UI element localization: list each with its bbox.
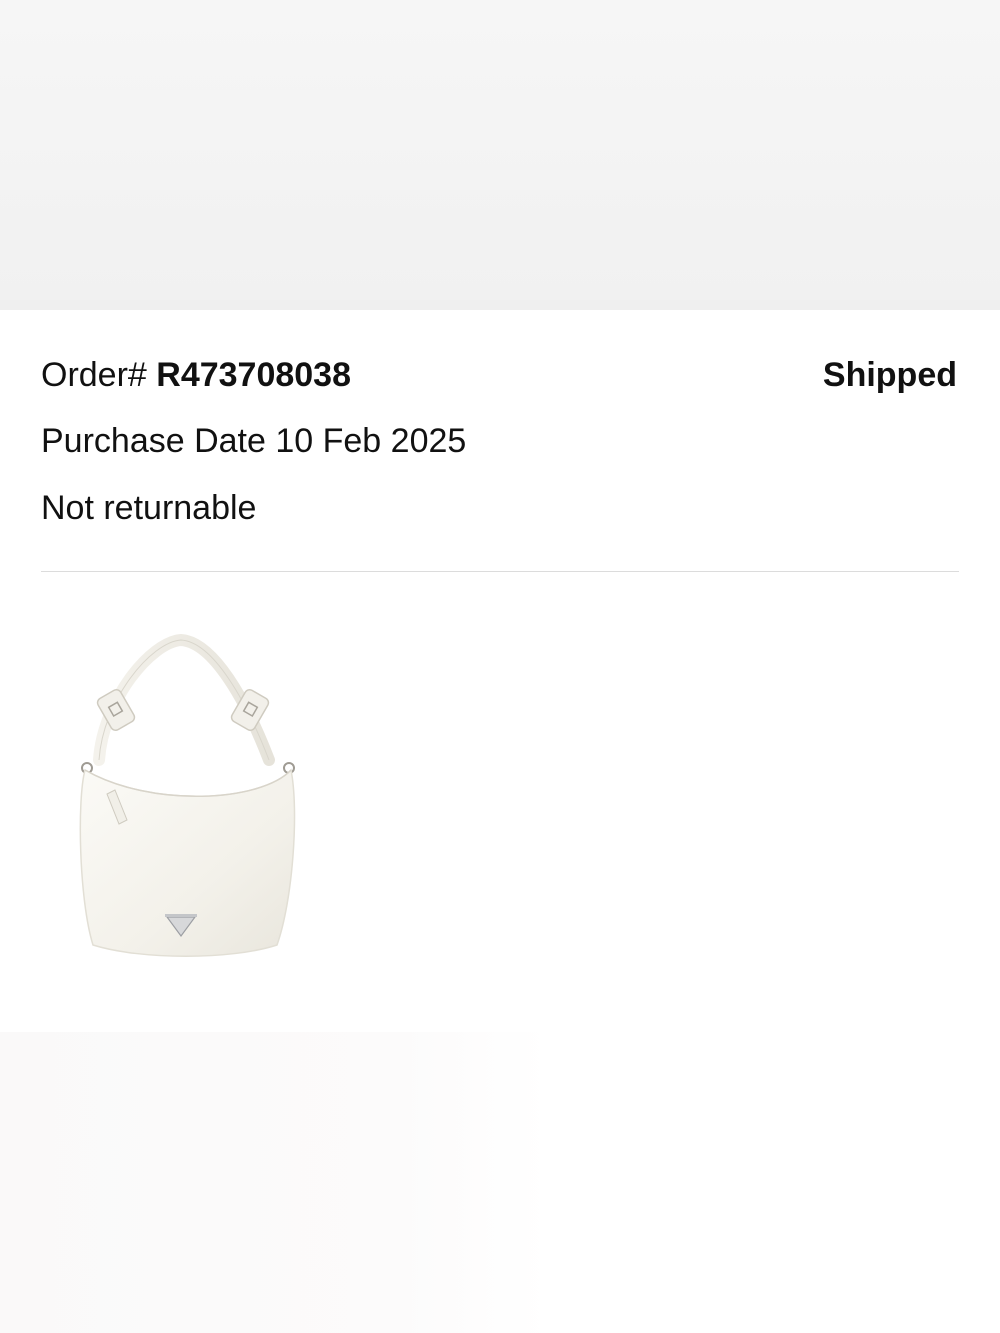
order-header-row: Order# R473708038 Shipped bbox=[41, 355, 957, 395]
return-policy: Not returnable bbox=[41, 489, 257, 527]
header-image-area bbox=[0, 0, 1000, 300]
header-divider-band bbox=[0, 300, 1000, 310]
order-number: R473708038 bbox=[156, 356, 352, 394]
order-id: Order# R473708038 bbox=[41, 355, 351, 395]
purchase-date-label: Purchase Date bbox=[41, 422, 276, 460]
order-status: Shipped bbox=[822, 356, 957, 394]
purchase-date-row: Purchase Date 10 Feb 2025 bbox=[41, 421, 466, 461]
shoulder-bag-icon bbox=[79, 633, 296, 957]
purchase-date-value: 10 Feb 2025 bbox=[275, 422, 467, 460]
order-label: Order# bbox=[41, 356, 157, 394]
product-image[interactable] bbox=[41, 620, 326, 990]
order-card[interactable]: Order# R473708038 Shipped Purchase Date … bbox=[0, 310, 1000, 1032]
footer-area bbox=[0, 1032, 1000, 1333]
divider bbox=[41, 571, 959, 572]
